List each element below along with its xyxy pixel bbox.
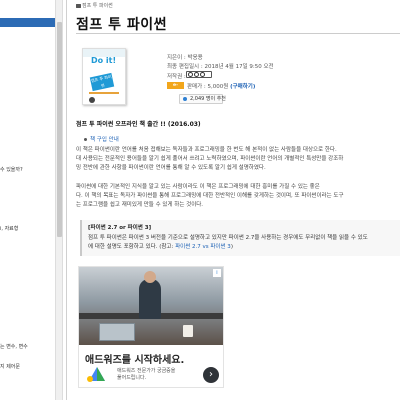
version-note-box: [파이썬 2.7 or 파이썬 3] 점프 투 파이썬은 파이썬 3 버전을 기… <box>80 220 400 256</box>
sidebar-item[interactable]: 지 제어문 <box>0 363 20 370</box>
laptop-icon <box>99 323 135 341</box>
book-author: 지은이 : 박응용 <box>167 55 203 61</box>
scrollbar-thumb[interactable] <box>57 22 62 237</box>
intro-paragraph-line: 대 사용되는 전문적인 용어들을 알기 쉽게 풀어서 쓰려고 노력하였으며, 파… <box>76 156 344 162</box>
copyright-label: 저작권 : <box>167 74 186 80</box>
sidebar-scrollbar[interactable] <box>55 0 63 400</box>
release-notice: 점프 투 파이썬 오프라인 책 출간 !! (2016.03) <box>76 121 201 128</box>
publisher-logo-icon <box>89 97 95 103</box>
ad-headline: 애드워즈를 시작하세요. <box>85 355 185 366</box>
book-edited-date: 최종 편집일시 : 2018년 4월 17일 9:50 오전 <box>167 64 274 70</box>
note-line: 점프 투 파이썬은 파이썬 3 버전을 기준으로 설명하고 있지만 파이썬 2.… <box>88 235 368 241</box>
bullet-icon <box>84 138 87 141</box>
book-price: 판매가 : 5,000원 <box>187 84 229 90</box>
book-cover[interactable]: Do it! 점프 투 파이썬 <box>82 48 126 105</box>
sidebar-item[interactable]: 수 있을까? <box>0 166 23 173</box>
cc-license-icon[interactable] <box>186 71 212 78</box>
intro-paragraph-line: 밍 전반에 관한 사항을 파이썬이란 언어를 통해 알 수 있도록 알기 쉽게 … <box>76 165 266 171</box>
title-divider <box>76 33 400 34</box>
advertisement[interactable]: i 애드워즈를 시작하세요. 애드워즈 전문가가 궁금증을 풀어드립니다. › <box>78 266 224 388</box>
main-content: 점프 투 파이썬 점프 투 파이썬 Do it! 점프 투 파이썬 지은이 : … <box>70 0 400 400</box>
breadcrumb[interactable]: 점프 투 파이썬 <box>76 2 113 9</box>
sidebar: 수 있을까? i, 자료형 는 변수, 변수 지 제어문 <box>0 0 55 400</box>
version-compare-link[interactable]: 파이썬 2.7 vs 파이썬 3 <box>175 244 231 250</box>
mug-icon <box>183 325 193 337</box>
ad-subtext: 애드워즈 전문가가 궁금증을 <box>117 368 176 374</box>
note-line: 에 대한 설명도 포함하고 있다. (참고: 파이썬 2.7 vs 파이썬 3) <box>88 244 233 250</box>
pane-divider <box>66 0 67 400</box>
ad-info-icon[interactable]: i <box>213 269 221 277</box>
intro-paragraph-line: 는 프로그램을 쉽고 재미있게 만들 수 있게 하는 것이다. <box>76 202 204 208</box>
cover-title: Do it! <box>91 56 117 65</box>
ad-go-button[interactable]: › <box>203 367 219 383</box>
cover-tag: 점프 투 파이썬 <box>89 72 115 92</box>
intro-paragraph-line: 이 책은 파이썬이란 언어를 처음 접해보는 독자들과 프로그래밍을 한 번도 … <box>76 147 337 153</box>
sidebar-selected-item[interactable] <box>0 18 55 27</box>
note-title: [파이썬 2.7 or 파이썬 3] <box>88 225 152 231</box>
ebook-badge: e-book <box>167 82 184 95</box>
recommend-button[interactable]: 2,049 명이 추천 <box>179 94 226 104</box>
ad-subtext: 풀어드립니다. <box>117 375 147 381</box>
buy-link[interactable]: (구매하기) <box>230 84 255 90</box>
recommend-icon <box>183 97 187 101</box>
page-title: 점프 투 파이썬 <box>76 17 168 33</box>
sidebar-item[interactable]: 는 변수, 변수 <box>0 343 28 350</box>
sidebar-item[interactable]: i, 자료형 <box>0 225 18 232</box>
intro-paragraph-line: 파이썬에 대한 기본적인 지식을 알고 있는 사람이라도 이 책은 프로그래밍에… <box>76 184 320 190</box>
buy-guide-link[interactable]: 책 구입 안내 <box>84 135 119 143</box>
intro-paragraph-line: 다. 이 책의 목표는 독자가 파이썬을 통해 프로그래밍에 대한 전반적인 이… <box>76 193 344 199</box>
folder-icon <box>76 3 81 8</box>
